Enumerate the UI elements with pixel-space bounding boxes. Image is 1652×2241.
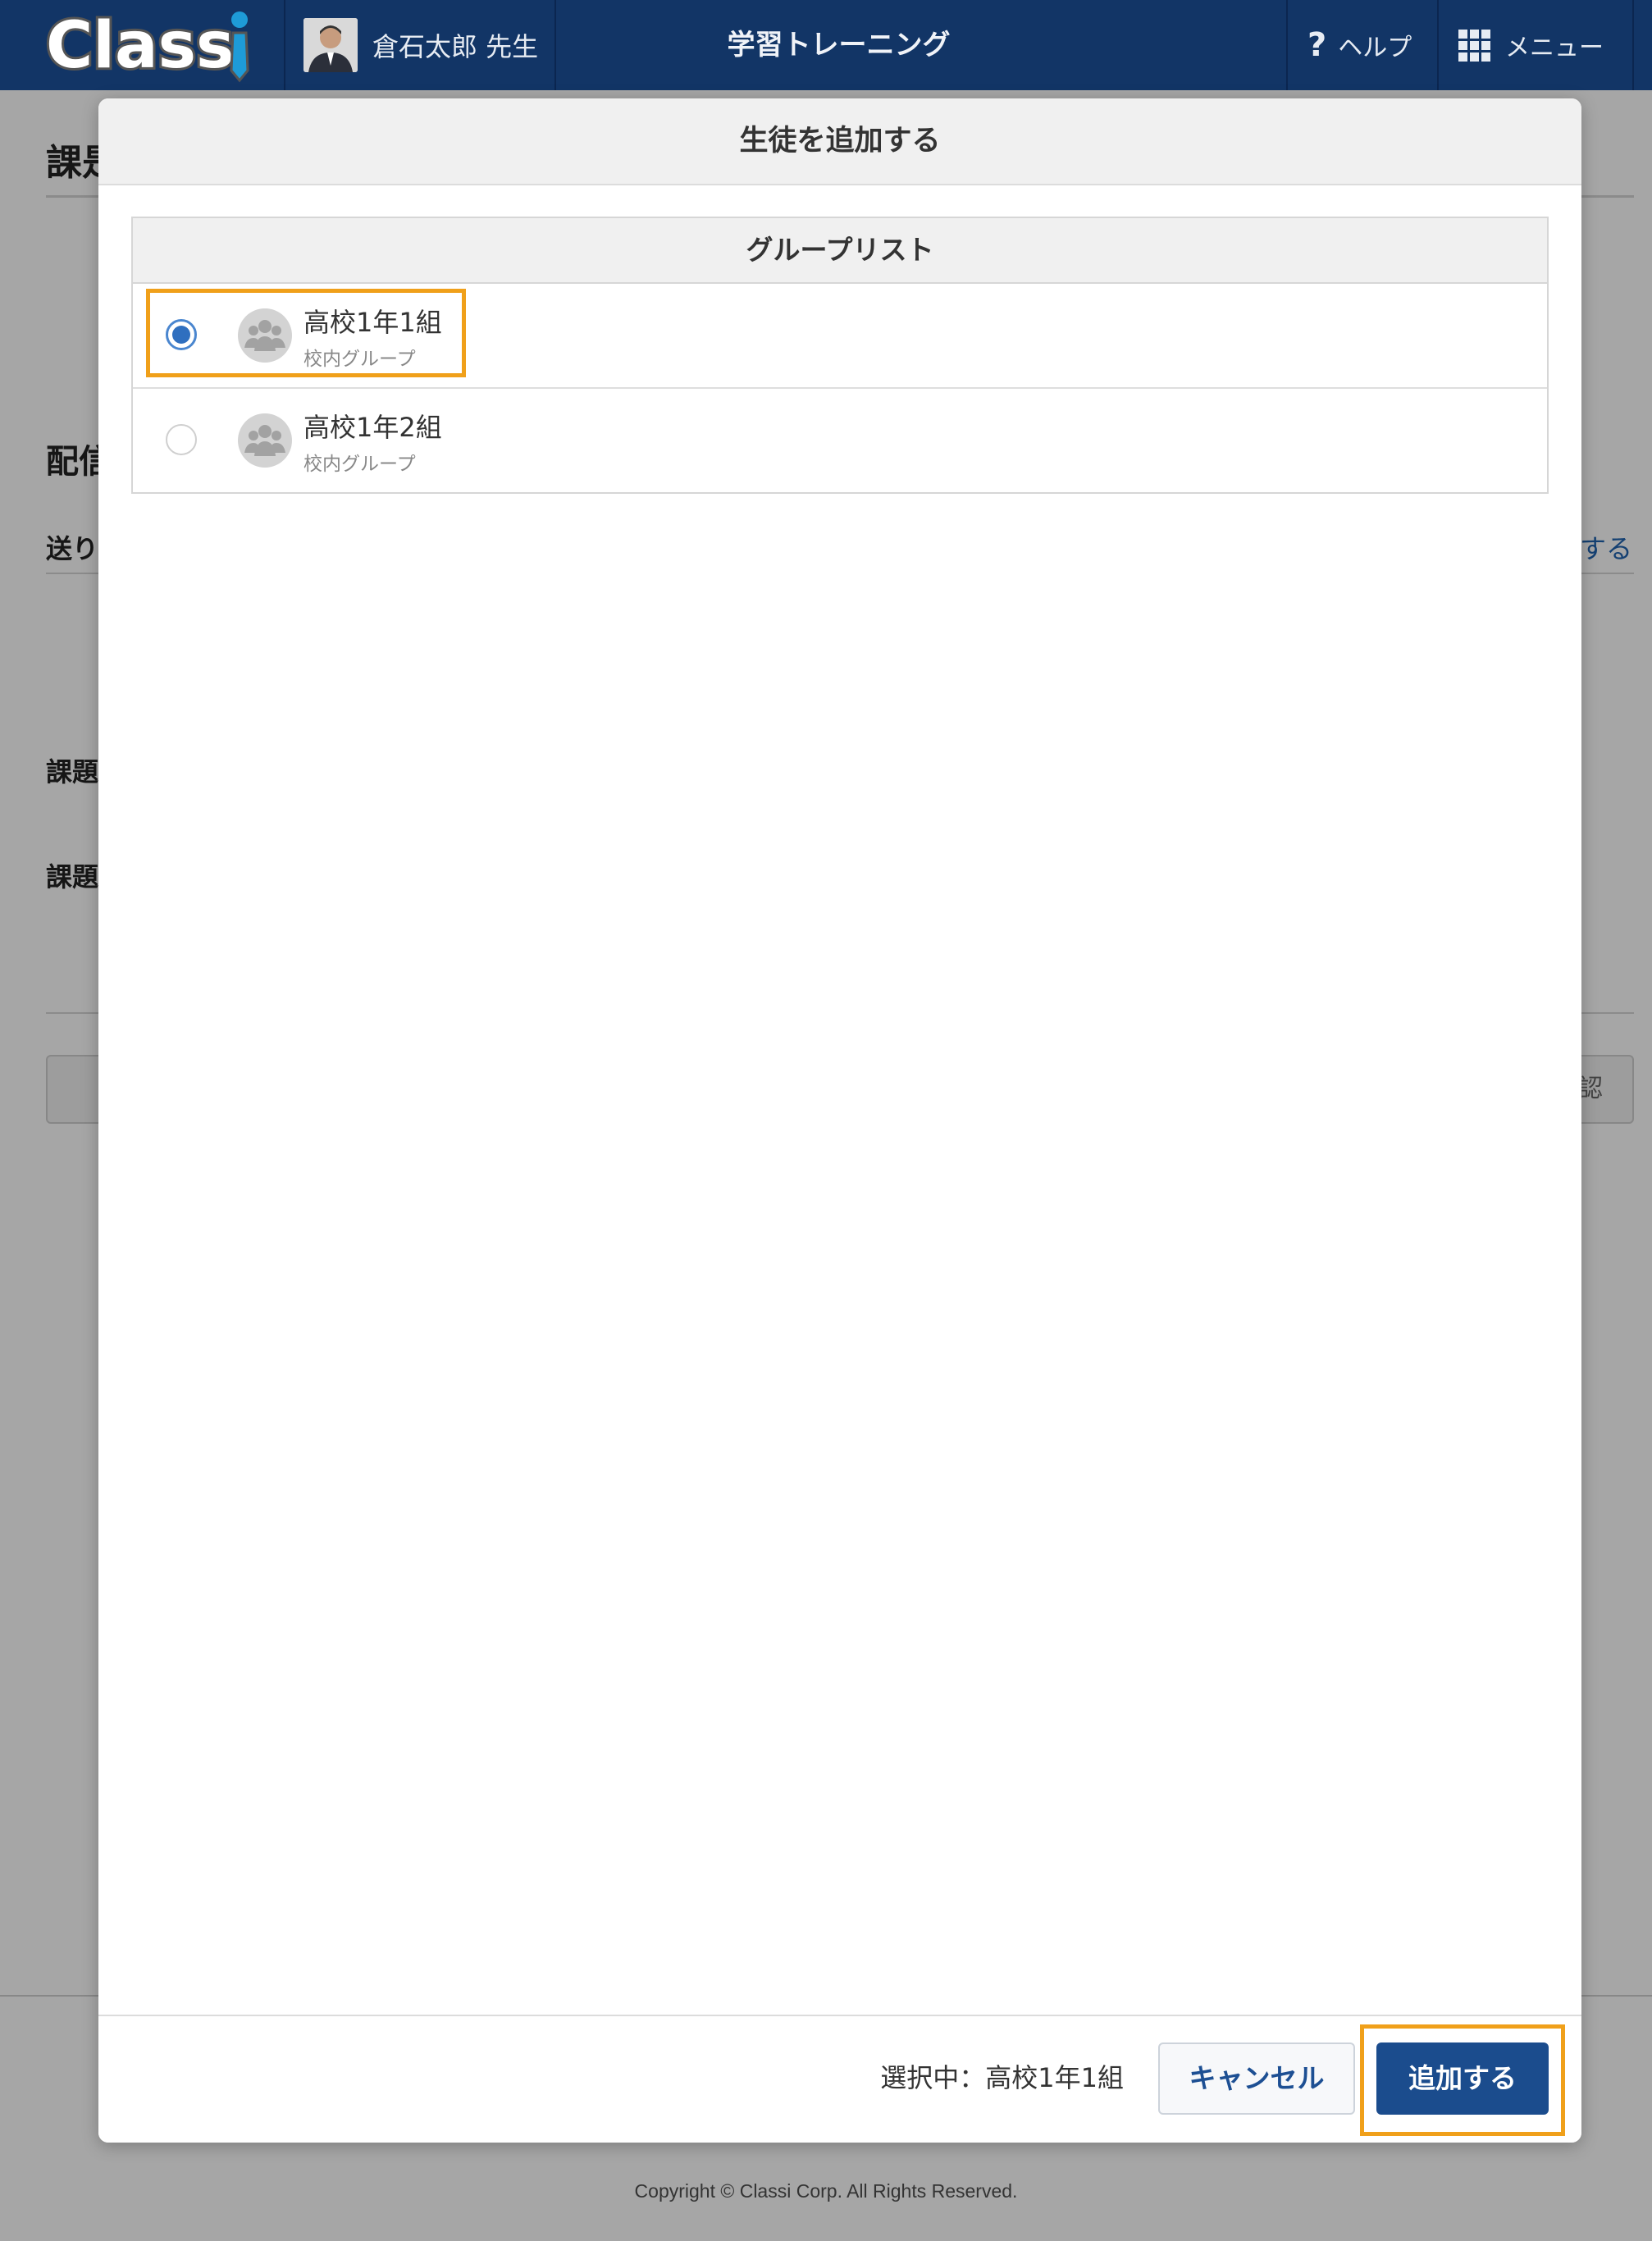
group-icon <box>238 413 292 468</box>
top-header: Class 倉石太郎 先生 学習トレーニング ? ヘルプ メニュー <box>0 0 1652 90</box>
group-row[interactable]: 高校1年1組 校内グループ <box>133 284 1547 389</box>
group-list: グループリスト 高校1年1組 校内グループ 高校1年2組 校内グループ <box>131 217 1549 494</box>
copyright: Copyright © Classi Corp. All Rights Rese… <box>634 2180 1018 2202</box>
app-title: 学習トレーニング <box>727 29 951 62</box>
classi-logo[interactable]: Class <box>43 0 266 90</box>
header-divider <box>1632 0 1634 90</box>
cancel-button[interactable]: キャンセル <box>1158 2042 1355 2115</box>
header-divider <box>554 0 556 90</box>
header-divider <box>1437 0 1439 90</box>
group-icon <box>238 308 292 363</box>
grid-menu-icon <box>1458 29 1490 62</box>
teacher-name: 倉石太郎 先生 <box>372 31 539 62</box>
selection-status: 選択中：高校1年1組 <box>880 2062 1124 2093</box>
menu-label: メニュー <box>1505 34 1604 62</box>
group-name: 高校1年1組 <box>303 307 442 338</box>
add-student-modal: 生徒を追加する グループリスト 高校1年1組 校内グループ 高校1年2組 校内グ… <box>98 98 1581 2143</box>
modal-footer: 選択中：高校1年1組 キャンセル 追加する <box>98 2015 1581 2143</box>
avatar <box>303 18 358 72</box>
menu-button[interactable]: メニュー <box>1458 0 1604 90</box>
modal-title: 生徒を追加する <box>98 98 1581 185</box>
teacher-profile[interactable]: 倉石太郎 先生 <box>303 18 538 72</box>
help-label: ヘルプ <box>1338 34 1412 62</box>
help-button[interactable]: ? ヘルプ <box>1307 0 1412 90</box>
group-list-header: グループリスト <box>133 218 1547 284</box>
header-divider <box>1286 0 1288 90</box>
svg-text:Class: Class <box>46 9 234 83</box>
radio-unselected[interactable] <box>166 424 197 455</box>
question-icon: ? <box>1307 26 1327 64</box>
group-name: 高校1年2組 <box>303 412 442 443</box>
group-type: 校内グループ <box>303 349 416 370</box>
group-type: 校内グループ <box>303 454 416 475</box>
header-divider <box>284 0 285 90</box>
add-button[interactable]: 追加する <box>1376 2042 1549 2115</box>
group-row[interactable]: 高校1年2組 校内グループ <box>133 389 1547 492</box>
radio-selected[interactable] <box>166 319 197 350</box>
